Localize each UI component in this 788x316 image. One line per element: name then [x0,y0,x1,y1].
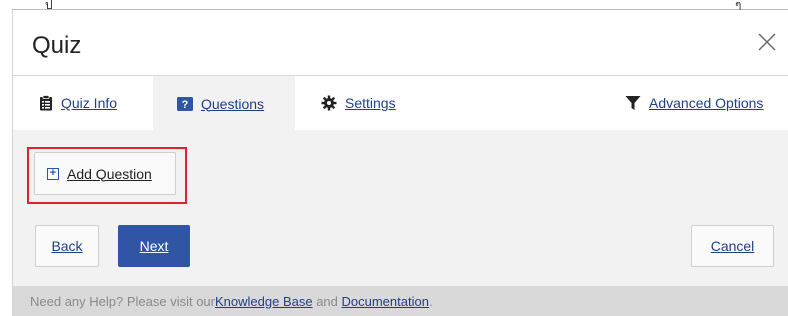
dialog-title: Quiz [32,32,82,59]
svg-text:?: ? [182,99,189,111]
gear-icon [321,95,337,111]
tab-settings[interactable]: Settings [321,76,396,130]
tab-questions-label: Questions [201,95,265,112]
plus-box-icon: + [47,167,59,180]
add-question-label: Add Question [67,165,152,182]
dialog-header: Quiz [13,10,788,75]
cancel-button[interactable]: Cancel [691,225,774,267]
next-label: Next [139,238,169,254]
tab-advanced-options[interactable]: Advanced Options [625,76,763,130]
add-question-button[interactable]: + Add Question [34,152,176,195]
help-footer: Need any Help? Please visit our Knowledg… [13,286,788,316]
tab-settings-label: Settings [345,95,396,111]
tab-quiz-info[interactable]: Quiz Info [39,76,117,130]
footer-text-before: Need any Help? Please visit our [30,293,215,309]
tab-advanced-options-label: Advanced Options [649,95,764,111]
knowledge-base-link[interactable]: Knowledge Base [215,294,313,309]
footer-text-mid: and [312,293,342,309]
filter-icon [625,96,641,110]
cancel-label: Cancel [710,238,755,254]
close-icon [758,33,776,51]
back-button[interactable]: Back [35,225,99,267]
tab-quiz-info-label: Quiz Info [61,95,118,111]
clipboard-icon [40,95,52,111]
back-label: Back [51,238,83,254]
tab-questions[interactable]: ? Questions [153,76,295,131]
top-strip: ป ๆ [0,0,788,12]
page: ป ๆ Quiz Quiz Info ? Questions Settings … [0,0,788,316]
questions-panel: + Add Question Back Next Cancel [13,130,788,296]
tab-bar: Quiz Info ? Questions Settings Advanced … [13,75,788,131]
documentation-link[interactable]: Documentation [342,294,429,309]
close-button[interactable] [755,30,779,54]
question-box-icon: ? [177,96,193,111]
footer-text-after: . [428,293,433,309]
quiz-dialog: Quiz Quiz Info ? Questions Settings Adva… [12,10,788,316]
next-button[interactable]: Next [118,225,190,267]
